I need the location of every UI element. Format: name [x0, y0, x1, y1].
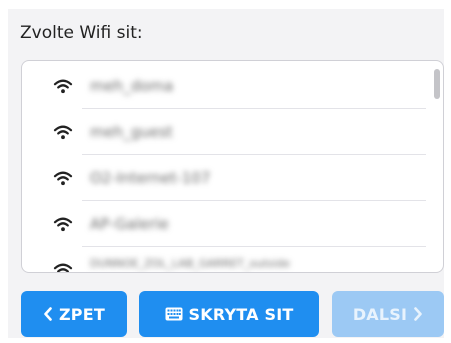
chevron-right-icon — [414, 307, 422, 321]
next-button-label: DALSI — [352, 304, 408, 324]
wifi-icon — [53, 217, 73, 232]
list-item[interactable]: DUNNOE_ZOL_LAB_GARRET_outside — [22, 247, 426, 272]
network-ssid: O2-Internet-107 — [90, 169, 211, 187]
back-button[interactable]: ZPET — [21, 291, 127, 337]
list-item[interactable]: AP-Galerie — [22, 201, 426, 247]
network-ssid: meh_guest — [90, 123, 173, 141]
wifi-icon — [53, 171, 73, 186]
scrollbar-thumb[interactable] — [434, 69, 440, 99]
network-ssid: DUNNOE_ZOL_LAB_GARRET_outside — [90, 257, 290, 270]
list-scrollbar[interactable] — [434, 65, 440, 269]
back-button-label: ZPET — [59, 304, 105, 324]
hidden-network-button-label: SKRYTA SIT — [188, 304, 294, 324]
list-item[interactable]: O2-Internet-107 — [22, 155, 426, 201]
keyboard-icon — [165, 307, 183, 321]
wifi-icon — [53, 79, 73, 94]
wifi-icon — [53, 125, 73, 140]
list-item[interactable]: meh_guest — [22, 109, 426, 155]
network-ssid: meh_doma — [90, 77, 174, 95]
network-ssid: AP-Galerie — [90, 215, 169, 233]
wifi-icon — [53, 263, 73, 272]
next-button[interactable]: DALSI — [332, 291, 444, 337]
chevron-left-icon — [44, 307, 52, 321]
list-item[interactable]: meh_doma — [22, 63, 426, 109]
hidden-network-button[interactable]: SKRYTA SIT — [139, 291, 319, 337]
page-title: Zvolte Wifi sit: — [20, 23, 143, 43]
wifi-network-list[interactable]: meh_doma meh_guest O2-Internet-107 AP-Ga… — [21, 60, 444, 273]
